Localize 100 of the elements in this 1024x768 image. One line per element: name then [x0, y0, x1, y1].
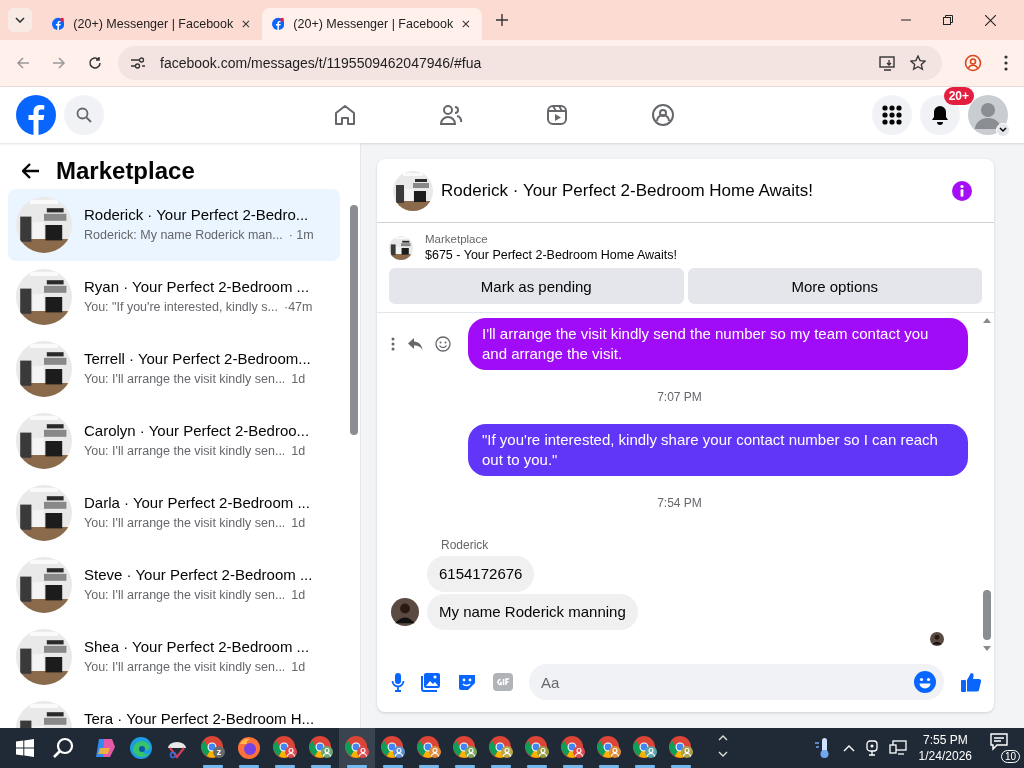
conversation-item[interactable]: Ryan · Your Perfect 2-Bedroom ... You: "If you're interested, kindly s... ·47m [8, 261, 340, 333]
site-settings-icon[interactable] [130, 56, 146, 70]
video-icon[interactable] [545, 103, 569, 127]
chevron-down-icon [999, 127, 1007, 133]
bell-icon [930, 105, 950, 125]
more-icon[interactable] [391, 337, 395, 351]
timestamp: 7:07 PM [657, 390, 702, 404]
message-time: · 1m [288, 228, 314, 242]
close-icon[interactable] [242, 19, 250, 29]
sent-message: "If you're interested, kindly share your contact number so I can reach out to you." [468, 424, 968, 476]
reload-icon[interactable] [88, 56, 102, 70]
received-message: 6154172676 [427, 556, 535, 592]
reply-icon[interactable] [407, 337, 423, 351]
message-input[interactable]: Aa [529, 664, 944, 700]
groups-icon[interactable] [651, 103, 675, 127]
listing-title: $675 - Your Perfect 2-Bedroom Home Awaits! [425, 248, 677, 262]
chevron-badge[interactable] [996, 123, 1010, 137]
search-button[interactable] [64, 95, 104, 135]
conversation-item[interactable]: Terrell · Your Perfect 2-Bedroom... You: I'll arrange the visit kindly sen... 1d [8, 333, 340, 405]
scrollbar-thumb[interactable] [350, 205, 358, 435]
conversation-title: Tera · Your Perfect 2-Bedroom H... [84, 710, 316, 727]
message-time: 1d [291, 660, 306, 674]
message-time: 1d [291, 444, 306, 458]
search-icon[interactable] [52, 737, 74, 759]
clock-time: 7:55 PM [922, 733, 968, 747]
tab-title: (20+) Messenger | Facebook [73, 17, 234, 31]
profile-icon[interactable] [964, 54, 982, 72]
notification-icon[interactable] [990, 733, 1008, 751]
restore-icon[interactable] [943, 15, 953, 25]
sender-name: Roderick [441, 538, 490, 552]
clock[interactable]: 7:55 PM 1/24/2026 [918, 733, 972, 763]
conversation-title: Carolyn · Your Perfect 2-Bedroo... [84, 422, 311, 439]
message-time: ·47m [283, 300, 313, 314]
close-icon[interactable] [985, 14, 996, 26]
tab-search-button[interactable] [8, 8, 32, 32]
scroll-down-icon[interactable] [983, 646, 991, 652]
back-arrow-icon[interactable] [22, 163, 40, 179]
browser-tab[interactable]: (20+) Messenger | Facebook [42, 8, 262, 40]
avatar-icon [968, 95, 1008, 135]
sticker-icon[interactable] [457, 672, 477, 692]
conversation-item[interactable]: Carolyn · Your Perfect 2-Bedroo... You: I'll arrange the visit kindly sen... 1d [8, 405, 340, 477]
close-icon[interactable] [462, 19, 470, 29]
app-icon [93, 736, 117, 760]
taskbar-button[interactable] [339, 728, 375, 768]
avatar [391, 598, 419, 626]
conversation-title: Ryan · Your Perfect 2-Bedroom ... [84, 278, 311, 295]
sent-message: I'll arrange the visit kindly send the number so my team contact you and arrange the visit. [468, 318, 968, 370]
conversation-item[interactable]: Steve · Your Perfect 2-Bedroom ... You: I'll arrange the visit kindly sen... 1d [8, 549, 340, 621]
message-preview: You: "If you're interested, kindly s... [84, 300, 278, 314]
chevron-up-icon[interactable] [842, 744, 855, 752]
conversation-item[interactable]: Shea · Your Perfect 2-Bedroom ... You: I'll arrange the visit kindly sen... 1d [8, 621, 340, 693]
emoji-icon[interactable] [914, 671, 936, 693]
address-field[interactable]: facebook.com/messages/t/1195509462047946/#fua [118, 46, 942, 80]
taskbar-button[interactable]: z [195, 728, 231, 768]
camera-icon[interactable] [864, 740, 879, 756]
facebook-icon [52, 16, 65, 32]
thumbs-up-icon[interactable] [960, 671, 982, 693]
browser-icon [129, 736, 153, 760]
notification-count: 10 [1000, 750, 1020, 763]
scroll-up-icon[interactable] [983, 317, 991, 323]
windows-start-icon[interactable] [16, 739, 34, 757]
star-icon[interactable] [910, 55, 926, 71]
people-icon[interactable] [439, 103, 463, 127]
facebook-logo-icon[interactable] [16, 95, 56, 135]
message-preview: You: I'll arrange the visit kindly sen... [84, 588, 286, 602]
account-button[interactable] [968, 95, 1008, 135]
scrollbar-thumb[interactable] [983, 590, 991, 640]
conversation-title: Terrell · Your Perfect 2-Bedroom... [84, 350, 312, 367]
action-button[interactable]: Mark as pending [389, 268, 684, 304]
conversation-title: Darla · Your Perfect 2-Bedroom ... [84, 494, 311, 511]
home-icon[interactable] [333, 103, 357, 127]
browser-icon [237, 736, 261, 760]
chevron-up-down-icon [718, 734, 728, 758]
conversation-item[interactable]: Darla · Your Perfect 2-Bedroom ... You: I'll arrange the visit kindly sen... 1d [8, 477, 340, 549]
conversation-title: Shea · Your Perfect 2-Bedroom ... [84, 638, 311, 655]
emoji-icon[interactable] [435, 336, 451, 352]
forward-icon[interactable] [52, 56, 66, 70]
conversation-title: Roderick · Your Perfect 2-Bedro... [84, 206, 310, 223]
message-preview: You: I'll arrange the visit kindly sen... [84, 444, 286, 458]
chevron-down-icon [15, 17, 25, 23]
new-tab-icon[interactable] [496, 14, 508, 26]
message-time: 1d [291, 588, 306, 602]
apps-button[interactable] [872, 95, 912, 135]
browser-tab[interactable]: (20+) Messenger | Facebook [262, 8, 482, 40]
action-button[interactable]: More options [687, 268, 982, 304]
info-icon[interactable] [952, 180, 972, 201]
conversation-title: Steve · Your Perfect 2-Bedroom ... [84, 566, 314, 583]
back-icon[interactable] [16, 56, 30, 70]
microphone-icon[interactable] [391, 672, 405, 692]
clock-date: 1/24/2026 [918, 749, 972, 763]
photo-icon[interactable] [421, 672, 441, 692]
facebook-icon [272, 16, 285, 32]
network-icon[interactable] [888, 740, 907, 756]
search-icon [76, 107, 92, 123]
grid-icon [882, 105, 902, 125]
install-icon[interactable] [879, 55, 896, 71]
url-text: facebook.com/messages/t/1195509462047946/#fua [160, 55, 482, 71]
message-time: 1d [291, 372, 306, 386]
conversation-item[interactable]: Roderick · Your Perfect 2-Bedro... Roderick: My name Roderick man... · 1m [8, 189, 340, 261]
menu-icon[interactable] [1004, 55, 1008, 71]
